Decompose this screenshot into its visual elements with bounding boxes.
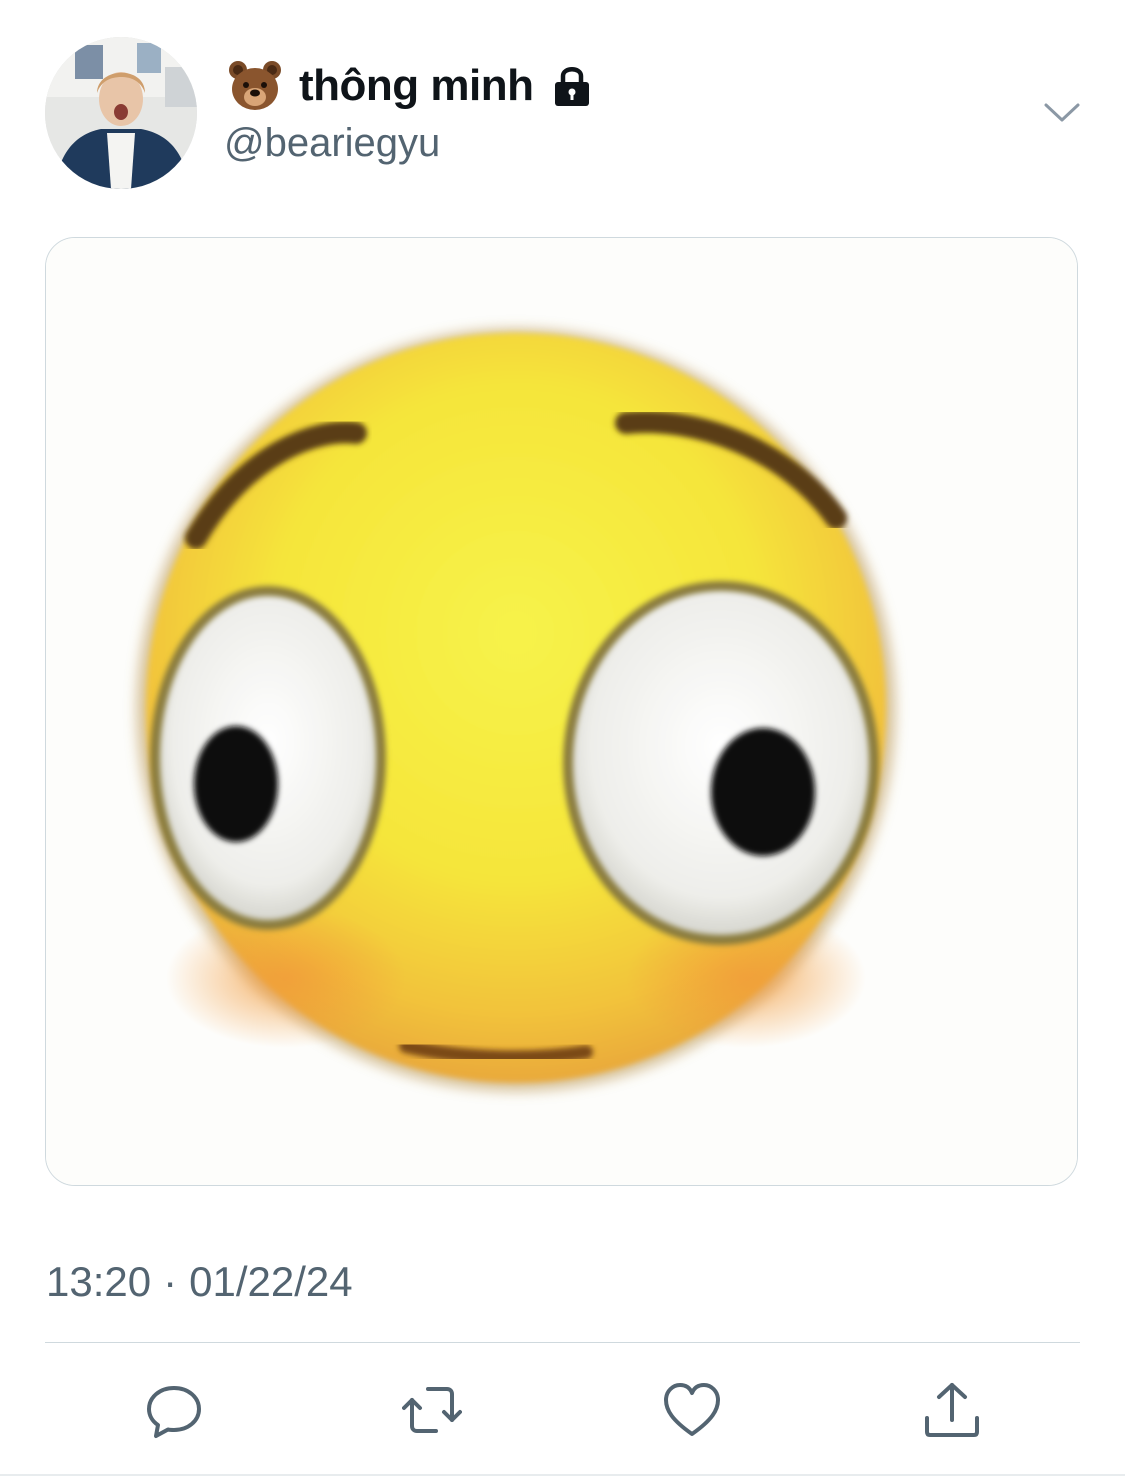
- share-icon: [925, 1383, 979, 1437]
- reply-button[interactable]: [144, 1380, 204, 1440]
- timestamp-time: 13:20: [46, 1258, 152, 1305]
- like-button[interactable]: [662, 1380, 722, 1440]
- like-icon: [664, 1383, 720, 1436]
- avatar[interactable]: [45, 37, 197, 189]
- tweet-timestamp[interactable]: 13:20 · 01/22/24: [46, 1256, 353, 1308]
- user-handle[interactable]: @beariegyu: [224, 118, 440, 168]
- avatar-photo: [45, 37, 197, 189]
- share-button[interactable]: [922, 1380, 982, 1440]
- retweet-button[interactable]: [402, 1380, 462, 1440]
- lock-icon: [554, 67, 589, 106]
- display-name[interactable]: thông minh: [299, 56, 534, 116]
- tweet-menu-button[interactable]: [1040, 95, 1084, 129]
- bear-emoji-icon: [229, 61, 281, 110]
- chevron-down-icon: [1044, 103, 1080, 122]
- user-name-row[interactable]: thông minh: [227, 56, 592, 116]
- retweet-icon: [402, 1387, 462, 1433]
- timestamp-separator: ·: [163, 1258, 178, 1305]
- timestamp-date: 01/22/24: [189, 1258, 353, 1305]
- tweet-media[interactable]: [45, 237, 1078, 1186]
- divider: [45, 1342, 1080, 1343]
- reply-icon: [147, 1386, 201, 1438]
- flushed-emoji-image: [46, 238, 1077, 1185]
